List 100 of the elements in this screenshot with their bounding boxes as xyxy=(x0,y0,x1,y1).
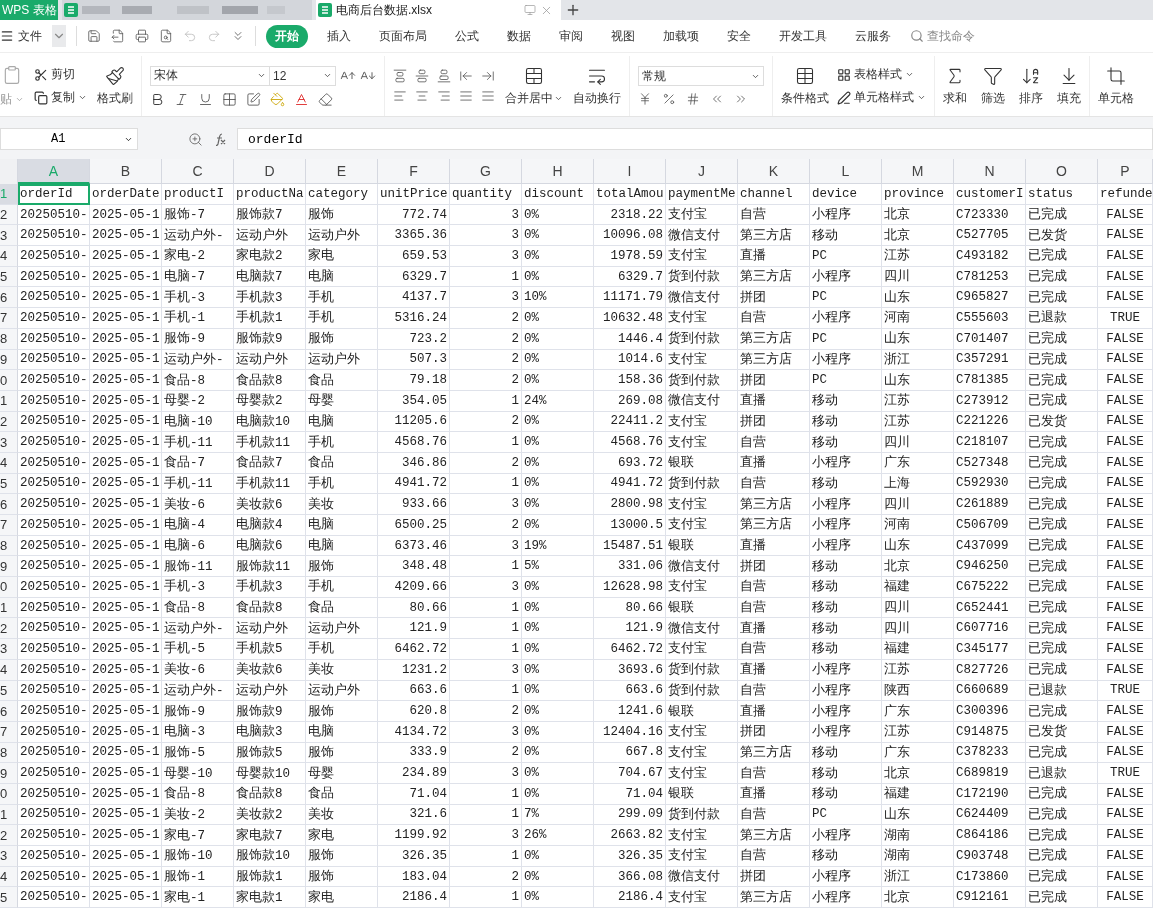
clear-format-icon[interactable] xyxy=(318,91,333,107)
column-header[interactable]: D xyxy=(234,159,306,184)
document-tab[interactable]: 电商后台数据.xlsx xyxy=(316,0,561,20)
row-header[interactable]: 1 xyxy=(0,804,18,826)
row-header[interactable]: 7 xyxy=(0,515,18,536)
ribbon-tab[interactable]: 插入 xyxy=(318,24,360,48)
monitor-icon[interactable] xyxy=(524,4,536,16)
number-format-select[interactable]: 常规 xyxy=(638,66,764,86)
ribbon-tab[interactable]: 云服务 xyxy=(846,24,900,48)
column-header[interactable]: L xyxy=(810,159,882,184)
row-header[interactable]: 5 xyxy=(0,473,18,495)
row-header[interactable]: 8 xyxy=(0,328,18,350)
command-search[interactable]: 查找命令 xyxy=(910,27,975,45)
row-header[interactable]: 3 xyxy=(0,432,18,453)
save-icon[interactable] xyxy=(87,29,101,43)
row-header[interactable]: 1 xyxy=(0,390,18,412)
row-header[interactable]: 5 xyxy=(0,887,18,909)
column-header[interactable]: M xyxy=(882,159,954,184)
column-header[interactable]: H xyxy=(522,159,594,184)
table-style-button[interactable]: 表格样式 xyxy=(837,66,914,83)
row-header[interactable]: 1 xyxy=(0,597,18,619)
column-header[interactable]: P xyxy=(1098,159,1153,184)
row-header[interactable]: 4 xyxy=(0,246,18,267)
row-header[interactable]: 6 xyxy=(0,287,18,309)
row-header[interactable]: 2 xyxy=(0,204,18,226)
column-header[interactable]: E xyxy=(306,159,378,184)
align-middle-icon[interactable] xyxy=(415,69,429,83)
row-header[interactable]: 4 xyxy=(0,866,18,888)
row-header[interactable]: 4 xyxy=(0,452,18,474)
font-color-icon[interactable] xyxy=(294,91,309,107)
file-menu[interactable]: 文件 xyxy=(0,27,42,45)
ribbon-tab[interactable]: 视图 xyxy=(602,24,644,48)
ribbon-tab[interactable]: 数据 xyxy=(498,24,540,48)
percent-icon[interactable] xyxy=(662,92,676,106)
row-header[interactable]: 7 xyxy=(0,308,18,329)
ribbon-tab[interactable]: 加载项 xyxy=(654,24,708,48)
column-header[interactable]: J xyxy=(666,159,738,184)
row-header[interactable]: 5 xyxy=(0,680,18,702)
row-header[interactable]: 2 xyxy=(0,825,18,846)
row-header[interactable]: 2 xyxy=(0,618,18,640)
row-header[interactable]: 0 xyxy=(0,577,18,598)
row-header[interactable]: 4 xyxy=(0,659,18,681)
font-size-select[interactable]: 12 xyxy=(269,65,336,86)
name-box[interactable]: A1 xyxy=(0,128,138,150)
column-header[interactable]: G xyxy=(450,159,522,184)
row-header[interactable]: 9 xyxy=(0,349,18,371)
align-left-icon[interactable] xyxy=(393,89,407,103)
ribbon-tab[interactable]: 安全 xyxy=(718,24,760,48)
row-header[interactable]: 2 xyxy=(0,411,18,433)
column-header[interactable]: B xyxy=(90,159,162,184)
column-header[interactable]: N xyxy=(954,159,1026,184)
ribbon-tab[interactable]: 页面布局 xyxy=(370,24,436,48)
sum-button[interactable]: 求和 xyxy=(943,65,967,107)
underline-icon[interactable] xyxy=(198,91,213,107)
decrease-indent-icon[interactable] xyxy=(459,69,473,83)
row-header[interactable]: 9 xyxy=(0,556,18,578)
row-header[interactable]: 6 xyxy=(0,494,18,515)
copy-button[interactable]: 复制 xyxy=(34,89,87,106)
row-header[interactable]: 3 xyxy=(0,225,18,247)
merge-center-button[interactable]: 合并居中 xyxy=(505,65,563,107)
align-bottom-icon[interactable] xyxy=(437,69,451,83)
print-preview-icon[interactable] xyxy=(159,29,173,43)
conditional-format-button[interactable]: 条件格式 xyxy=(781,65,829,107)
format-painter-button[interactable]: 格式刷 xyxy=(97,65,133,107)
distribute-icon[interactable] xyxy=(481,89,495,103)
column-header[interactable]: K xyxy=(738,159,810,184)
row-header[interactable]: 5 xyxy=(0,266,18,288)
fill-color-icon[interactable] xyxy=(270,91,285,107)
row-header[interactable]: 0 xyxy=(0,370,18,391)
justify-icon[interactable] xyxy=(459,89,473,103)
column-header[interactable]: I xyxy=(594,159,666,184)
sort-button[interactable]: 排序 xyxy=(1019,65,1043,107)
column-header[interactable]: F xyxy=(378,159,450,184)
currency-icon[interactable] xyxy=(638,92,652,106)
italic-icon[interactable] xyxy=(174,91,189,107)
file-dropdown[interactable] xyxy=(52,25,66,47)
increase-indent-icon[interactable] xyxy=(481,69,495,83)
row-header[interactable]: 8 xyxy=(0,742,18,764)
row-header[interactable]: 9 xyxy=(0,763,18,784)
ribbon-tab[interactable]: 审阅 xyxy=(550,24,592,48)
cell-style-button[interactable]: 单元格样式 xyxy=(837,89,926,106)
formula-field[interactable]: orderId xyxy=(237,128,1153,150)
fill-button[interactable]: 填充 xyxy=(1057,65,1081,107)
font-name-select[interactable]: 宋体 xyxy=(150,65,270,86)
document-tab[interactable] xyxy=(62,0,312,20)
row-header[interactable]: 3 xyxy=(0,639,18,660)
column-header[interactable]: O xyxy=(1026,159,1098,184)
cell-button[interactable]: 单元格 xyxy=(1098,65,1134,107)
paste-icon[interactable] xyxy=(2,64,22,85)
export-icon[interactable] xyxy=(111,29,125,43)
row-header[interactable]: 6 xyxy=(0,701,18,722)
column-header[interactable]: C xyxy=(162,159,234,184)
function-icon[interactable] xyxy=(213,132,227,146)
row-header[interactable]: 8 xyxy=(0,535,18,557)
row-header[interactable]: 0 xyxy=(0,783,18,805)
align-right-icon[interactable] xyxy=(437,89,451,103)
ribbon-tab[interactable]: 公式 xyxy=(446,24,488,48)
zoom-icon[interactable] xyxy=(188,131,203,147)
ribbon-tab[interactable]: 开发工具 xyxy=(770,24,836,48)
row-header[interactable]: 7 xyxy=(0,721,18,743)
